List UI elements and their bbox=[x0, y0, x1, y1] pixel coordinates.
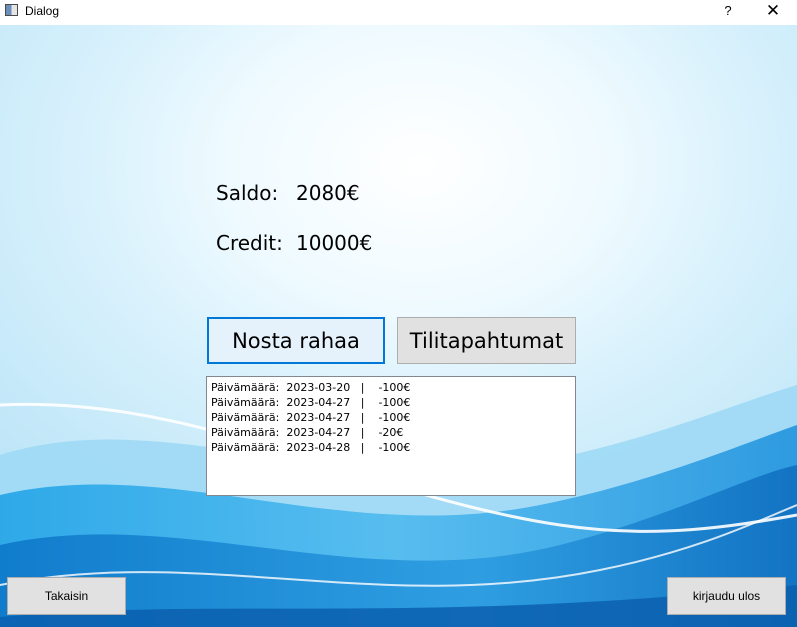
list-item[interactable]: Päivämäärä: 2023-04-28 | -100€ bbox=[211, 440, 575, 455]
dialog-body: Saldo: 2080€ Credit: 10000€ Nosta rahaa … bbox=[0, 25, 797, 627]
app-icon bbox=[5, 4, 18, 16]
back-button[interactable]: Takaisin bbox=[7, 577, 126, 615]
list-item[interactable]: Päivämäärä: 2023-04-27 | -100€ bbox=[211, 395, 575, 410]
credit-label: Credit: bbox=[216, 231, 283, 255]
transactions-button[interactable]: Tilitapahtumat bbox=[397, 317, 576, 364]
list-item[interactable]: Päivämäärä: 2023-04-27 | -100€ bbox=[211, 410, 575, 425]
window-title: Dialog bbox=[25, 4, 60, 18]
list-item[interactable]: Päivämäärä: 2023-04-27 | -20€ bbox=[211, 425, 575, 440]
close-button[interactable]: ✕ bbox=[758, 0, 788, 22]
saldo-label: Saldo: bbox=[216, 181, 279, 205]
withdraw-button[interactable]: Nosta rahaa bbox=[207, 317, 385, 364]
transactions-list[interactable]: Päivämäärä: 2023-03-20 | -100€ Päivämäär… bbox=[206, 376, 576, 496]
list-item[interactable]: Päivämäärä: 2023-03-20 | -100€ bbox=[211, 380, 575, 395]
saldo-value: 2080€ bbox=[296, 181, 360, 205]
logout-button[interactable]: kirjaudu ulos bbox=[667, 577, 786, 615]
title-bar: Dialog ? ✕ bbox=[0, 0, 797, 25]
help-button[interactable]: ? bbox=[716, 0, 740, 22]
credit-value: 10000€ bbox=[296, 231, 373, 255]
